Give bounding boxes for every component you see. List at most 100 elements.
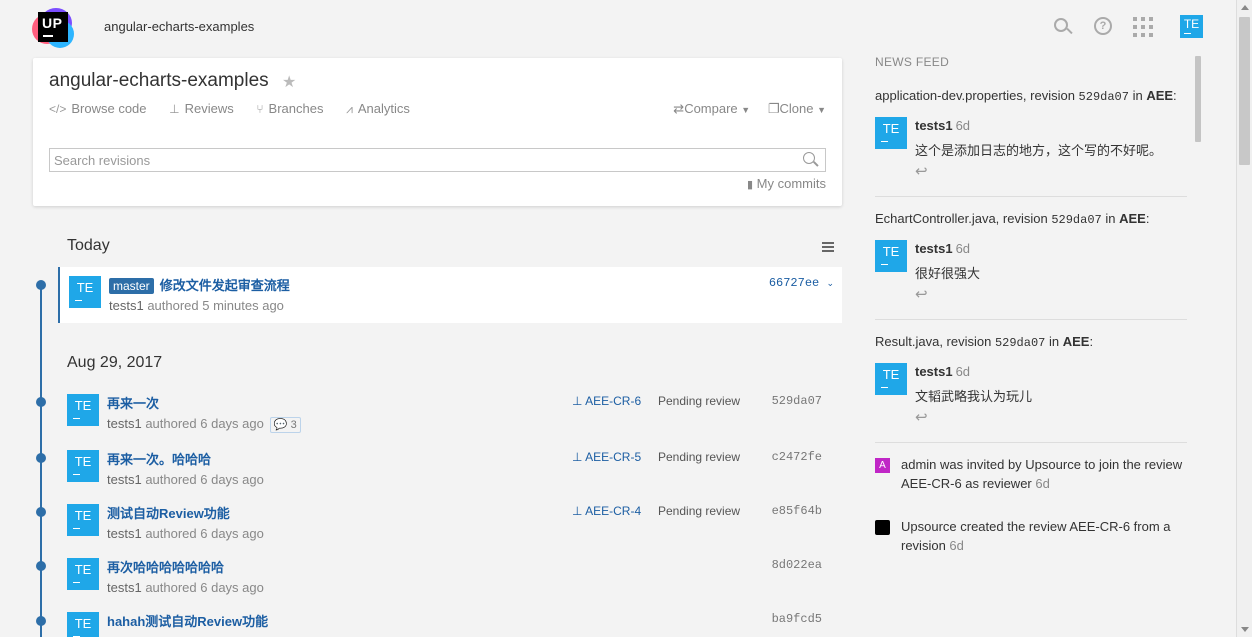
revision-author: tests1 authored 6 days ago: [107, 580, 264, 595]
comment-time: 6d: [955, 241, 971, 256]
feed-event-text[interactable]: Upsource created the review AEE-CR-6 fro…: [875, 517, 1187, 555]
feed-entry-title[interactable]: EchartController.java, revision 529da07 …: [875, 211, 1187, 227]
feed-project: AEE: [1062, 334, 1090, 349]
feed-rev-prefix: , revision: [1022, 88, 1079, 103]
comment-count-badge[interactable]: 💬 3: [269, 417, 301, 433]
upsource-icon: [875, 520, 890, 535]
revision-hash[interactable]: 529da07: [772, 394, 822, 408]
revision-hash[interactable]: 66727ee ⌄: [769, 276, 834, 290]
code-icon: </>: [49, 102, 67, 116]
review-icon: ⊥: [572, 394, 583, 408]
revision-row[interactable]: TE 再次哈哈哈哈哈哈哈 tests1 authored 6 days ago …: [58, 549, 842, 603]
my-commits-toggle[interactable]: ▮ My commits: [747, 176, 826, 191]
branch-icon: ⑂: [256, 102, 264, 116]
project-nav: </> Browse code ⊥ Reviews ⑂ Branches ⩘ Analy…: [49, 101, 429, 117]
revision-title[interactable]: 再来一次: [107, 396, 159, 411]
search-icon[interactable]: [1053, 17, 1073, 37]
revision-title[interactable]: 再次哈哈哈哈哈哈哈: [107, 560, 224, 575]
revision-row[interactable]: TE master 修改文件发起审查流程 tests1 authored 5 mi…: [58, 267, 842, 323]
revision-hash[interactable]: 8d022ea: [772, 558, 822, 572]
menu-icon[interactable]: [822, 242, 834, 254]
revision-hash[interactable]: e85f64b: [772, 504, 822, 518]
commenter-name[interactable]: tests1: [915, 118, 953, 133]
revision-title[interactable]: 再来一次。哈哈哈: [107, 452, 211, 467]
project-title: angular-echarts-examples: [49, 70, 269, 91]
search-revisions-box: [49, 148, 826, 172]
commenter-name[interactable]: tests1: [915, 364, 953, 379]
nav-reviews[interactable]: ⊥ Reviews: [169, 101, 234, 116]
review-id: AEE-CR-5: [585, 450, 642, 464]
reply-icon[interactable]: ↩: [915, 408, 928, 426]
star-icon[interactable]: ★: [282, 72, 296, 92]
review-id: AEE-CR-6: [585, 394, 642, 408]
chevron-down-icon: ▼: [817, 105, 826, 115]
admin-avatar-icon: A: [875, 458, 890, 473]
author-avatar: TE: [67, 394, 99, 426]
feed-event-text[interactable]: admin was invited by Upsource to join th…: [875, 455, 1187, 493]
timeline-dot: [36, 397, 46, 407]
revision-title[interactable]: 测试自动Review功能: [107, 506, 230, 521]
timeline-dot: [36, 280, 46, 290]
revision-title[interactable]: 修改文件发起审查流程: [160, 278, 290, 293]
author-name[interactable]: tests1: [107, 416, 142, 431]
search-revisions-input[interactable]: [50, 149, 790, 171]
review-link[interactable]: ⊥ AEE-CR-6: [572, 394, 641, 408]
feed-scrollbar[interactable]: [1195, 56, 1201, 142]
chevron-down-icon: ▼: [741, 105, 751, 115]
author-name[interactable]: tests1: [107, 526, 142, 541]
scroll-up-arrow[interactable]: [1241, 5, 1249, 10]
author-avatar: TE: [67, 612, 99, 637]
help-icon[interactable]: ?: [1094, 17, 1112, 35]
branch-badge[interactable]: master: [109, 278, 154, 294]
author-name[interactable]: tests1: [107, 580, 142, 595]
review-status: Pending review: [658, 394, 741, 408]
app-title[interactable]: angular-echarts-examples: [104, 19, 254, 34]
revision-hash[interactable]: ba9fcd5: [772, 612, 822, 626]
revision-author: tests1 authored 6 days ago 💬 3: [107, 416, 301, 433]
feed-rev-prefix: , revision: [939, 334, 995, 349]
nav-browse-code[interactable]: </> Browse code: [49, 101, 147, 116]
window-scrollbar[interactable]: [1236, 0, 1252, 637]
revision-row[interactable]: TE 再来一次。哈哈哈 tests1 authored 6 days ago ⊥…: [58, 441, 842, 495]
revision-row[interactable]: TE 测试自动Review功能 tests1 authored 6 days a…: [58, 495, 842, 549]
review-link[interactable]: ⊥ AEE-CR-4: [572, 504, 641, 518]
revision-row[interactable]: TE hahah测试自动Review功能 ba9fcd5: [58, 603, 842, 637]
commenter-name[interactable]: tests1: [915, 241, 953, 256]
comment-text: 文韬武略我认为玩儿: [915, 389, 1033, 404]
author-name[interactable]: tests1: [109, 298, 144, 313]
revision-row[interactable]: TE 再来一次 tests1 authored 6 days ago 💬 3 ⊥ …: [58, 385, 842, 439]
nav-reviews-label: Reviews: [184, 101, 234, 116]
compare-dropdown[interactable]: ⇄Compare ▼: [673, 101, 750, 117]
feed-entry-title[interactable]: Result.java, revision 529da07 in AEE:: [875, 334, 1187, 350]
reply-icon[interactable]: ↩: [915, 285, 928, 303]
clone-icon: ❐: [767, 101, 780, 116]
revision-title-line: 测试自动Review功能: [107, 503, 230, 522]
revision-title-line: 再次哈哈哈哈哈哈哈: [107, 557, 224, 576]
reply-icon[interactable]: ↩: [915, 162, 928, 180]
user-avatar[interactable]: TE: [1180, 15, 1203, 38]
scroll-down-arrow[interactable]: [1241, 627, 1249, 632]
revision-hash[interactable]: c2472fe: [772, 450, 822, 464]
project-card: angular-echarts-examples ★ </> Browse cod…: [33, 58, 842, 206]
review-link[interactable]: ⊥ AEE-CR-5: [572, 450, 641, 464]
revision-author: tests1 authored 5 minutes ago: [109, 298, 284, 313]
author-name[interactable]: tests1: [107, 472, 142, 487]
upsource-logo[interactable]: UP: [32, 8, 74, 48]
nav-analytics[interactable]: ⩘ Analytics: [346, 101, 410, 117]
review-icon: ⊥: [572, 450, 583, 464]
search-icon[interactable]: [803, 152, 819, 168]
nav-branches[interactable]: ⑂ Branches: [256, 101, 323, 116]
clone-label: Clone: [779, 101, 814, 116]
apps-grid-icon[interactable]: [1133, 17, 1153, 37]
scroll-thumb[interactable]: [1239, 17, 1250, 165]
feed-divider: [875, 319, 1187, 320]
compare-label: Compare: [684, 101, 738, 116]
feed-file: application-dev.properties: [875, 88, 1023, 103]
comment-icon: 💬: [273, 419, 288, 431]
project-actions: ⇄Compare ▼ ❐Clone ▼: [659, 101, 826, 117]
compare-icon: ⇄: [673, 101, 685, 116]
revision-title[interactable]: hahah测试自动Review功能: [107, 614, 268, 629]
clone-dropdown[interactable]: ❐Clone ▼: [768, 101, 826, 117]
feed-entry-title[interactable]: application-dev.properties, revision 529…: [875, 88, 1187, 104]
comment-time: 6d: [955, 118, 971, 133]
